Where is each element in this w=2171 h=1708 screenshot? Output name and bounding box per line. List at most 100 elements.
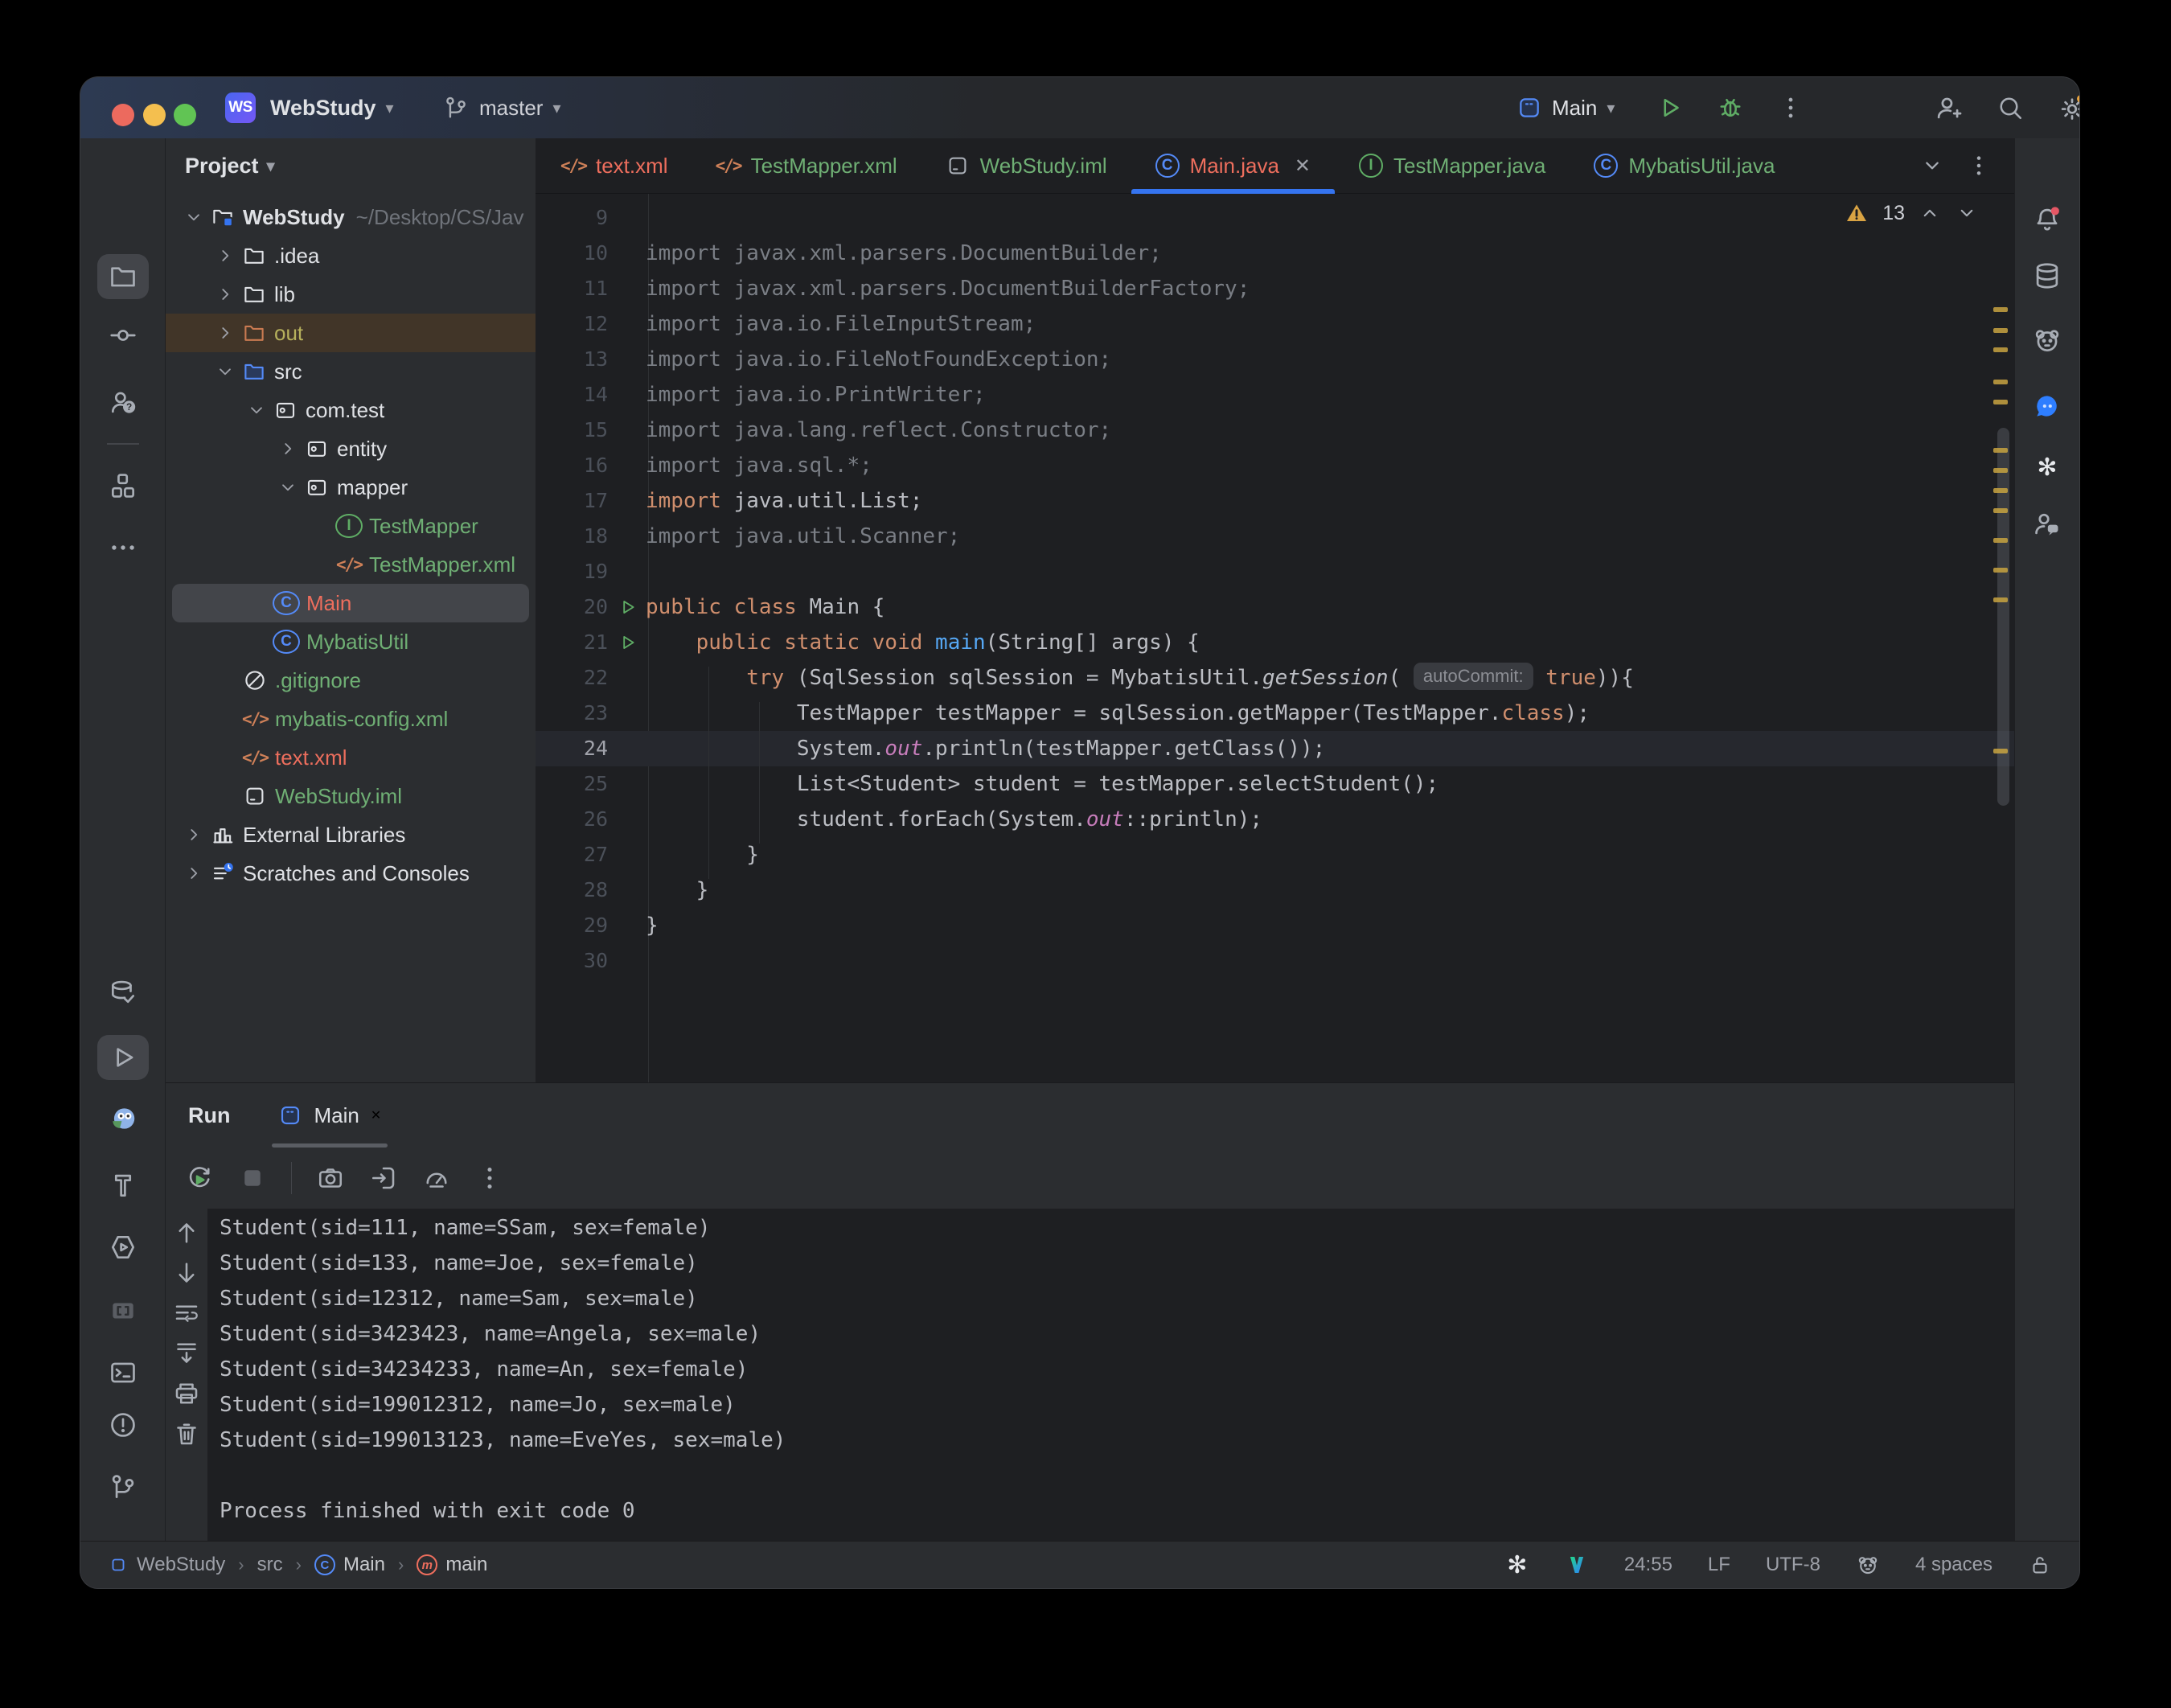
editor-tab-MybatisUtil.java[interactable]: C MybatisUtil.java bbox=[1570, 138, 1799, 193]
editor-tab-TestMapper.java[interactable]: I TestMapper.java bbox=[1335, 138, 1570, 193]
tool-stripe-branch-button[interactable] bbox=[97, 1464, 149, 1509]
tool-stripe-warn-circle-button[interactable] bbox=[97, 1402, 149, 1447]
tree-item-entity[interactable]: entity bbox=[166, 429, 536, 468]
status-widget[interactable]: 4 spaces bbox=[1915, 1554, 1992, 1576]
console-arrow-down-button[interactable] bbox=[172, 1258, 201, 1287]
breadcrumb-item-src[interactable]: src bbox=[257, 1554, 283, 1576]
chevron-down-icon[interactable] bbox=[241, 398, 272, 422]
warning-stripe-mark[interactable] bbox=[1993, 400, 2008, 404]
status-openai-widget[interactable]: ✻ bbox=[1505, 1551, 1529, 1579]
play-green-icon[interactable] bbox=[1655, 93, 1684, 122]
chevron-down-icon[interactable] bbox=[210, 359, 240, 384]
tool-stripe-db-check-button[interactable] bbox=[97, 971, 149, 1016]
chevron-right-icon[interactable] bbox=[179, 823, 209, 847]
warning-stripe-mark[interactable] bbox=[1993, 328, 2008, 333]
inspections-widget[interactable]: 13 bbox=[1844, 200, 1979, 226]
run-tab-main[interactable]: Main ✕ bbox=[272, 1083, 388, 1148]
run-kebab-button[interactable] bbox=[475, 1164, 504, 1193]
tool-stripe-more-h-button[interactable] bbox=[97, 525, 149, 570]
warning-stripe-mark[interactable] bbox=[1993, 468, 2008, 473]
chev-down-sm-icon[interactable] bbox=[1955, 201, 1979, 225]
tool-stripe-bear-button[interactable] bbox=[2023, 318, 2071, 363]
warning-stripe-mark[interactable] bbox=[1993, 380, 2008, 384]
run-import-button[interactable] bbox=[369, 1164, 398, 1193]
run-configuration-selector[interactable]: Main ▾ bbox=[1516, 95, 1615, 121]
tree-item-mybatis-config.xml[interactable]: </> mybatis-config.xml bbox=[166, 700, 536, 738]
gear-dot-icon[interactable] bbox=[2057, 92, 2079, 123]
tool-stripe-owl-button[interactable] bbox=[97, 1096, 149, 1141]
console-printer-button[interactable] bbox=[172, 1379, 201, 1408]
chev-up-sm-icon[interactable] bbox=[1918, 201, 1942, 225]
warning-stripe-mark[interactable] bbox=[1993, 749, 2008, 753]
tool-stripe-openai-button[interactable]: ✻ bbox=[2023, 445, 2071, 490]
tree-item-com.test[interactable]: com.test bbox=[166, 391, 536, 429]
chevron-right-icon[interactable] bbox=[179, 861, 209, 885]
chevron-right-icon[interactable] bbox=[210, 282, 240, 306]
maximize-window-button[interactable] bbox=[174, 104, 196, 126]
tool-stripe-terminal-button[interactable] bbox=[97, 1350, 149, 1395]
tree-item-TestMapper[interactable]: I TestMapper bbox=[166, 507, 536, 545]
tree-item-mapper[interactable]: mapper bbox=[166, 468, 536, 507]
warning-stripe-mark[interactable] bbox=[1993, 307, 2008, 312]
close-window-button[interactable] bbox=[112, 104, 134, 126]
branch-selector[interactable]: master ▾ bbox=[442, 94, 561, 121]
run-line-icon[interactable] bbox=[617, 632, 638, 653]
run-gauge-button[interactable] bbox=[422, 1164, 451, 1193]
console-soft-wrap-button[interactable] bbox=[172, 1299, 201, 1328]
editor-tab-TestMapper.xml[interactable]: </> TestMapper.xml bbox=[692, 138, 921, 193]
tool-stripe-commit-button[interactable] bbox=[97, 313, 149, 358]
search-icon[interactable] bbox=[1996, 93, 2025, 122]
tool-stripe-database-button[interactable] bbox=[2023, 253, 2071, 298]
chev-down-sm-icon[interactable] bbox=[1919, 153, 1945, 179]
breadcrumb-item-Main[interactable]: C Main bbox=[314, 1554, 385, 1576]
tree-item-Scratches and Consoles[interactable]: Scratches and Consoles bbox=[166, 854, 536, 893]
warning-stripe-mark[interactable] bbox=[1993, 538, 2008, 543]
kebab-icon[interactable] bbox=[1777, 94, 1804, 121]
tool-stripe-boxes-button[interactable] bbox=[97, 463, 149, 508]
run-stop-button[interactable] bbox=[238, 1164, 267, 1193]
run-line-icon[interactable] bbox=[617, 597, 638, 618]
tool-stripe-hammer-button[interactable] bbox=[97, 1163, 149, 1208]
console-scroll-end-button[interactable] bbox=[172, 1339, 201, 1368]
kebab-icon[interactable] bbox=[1966, 153, 1992, 179]
console-output[interactable]: Student(sid=111, name=SSam, sex=female) S… bbox=[208, 1209, 2014, 1541]
tree-item-External Libraries[interactable]: External Libraries bbox=[166, 815, 536, 854]
chevron-down-icon[interactable]: ▾ bbox=[267, 156, 275, 176]
warning-stripe-mark[interactable] bbox=[1993, 508, 2008, 513]
status-vlogo-widget[interactable] bbox=[1565, 1553, 1589, 1577]
tree-item-out[interactable]: out bbox=[166, 314, 536, 352]
run-rerun-button[interactable] bbox=[185, 1164, 214, 1193]
tool-stripe-folder-button[interactable] bbox=[96, 254, 149, 299]
user-plus-icon[interactable] bbox=[1933, 92, 1964, 123]
minimize-window-button[interactable] bbox=[143, 104, 166, 126]
status-lock-open-widget[interactable] bbox=[2028, 1553, 2052, 1577]
run-camera-button[interactable] bbox=[316, 1164, 345, 1193]
console-trash-button[interactable] bbox=[172, 1419, 201, 1448]
project-selector[interactable]: WebStudy ▾ bbox=[270, 96, 394, 121]
warning-stripe-mark[interactable] bbox=[1993, 488, 2008, 493]
tool-stripe-play-button[interactable] bbox=[96, 1035, 149, 1080]
warning-stripe-mark[interactable] bbox=[1993, 448, 2008, 453]
status-bear-widget[interactable] bbox=[1856, 1553, 1880, 1577]
status-widget[interactable]: LF bbox=[1708, 1554, 1730, 1576]
tree-item-TestMapper.xml[interactable]: </> TestMapper.xml bbox=[166, 545, 536, 584]
editor-tab-Main.java[interactable]: C Main.java ✕ bbox=[1131, 138, 1336, 194]
warning-stripe-mark[interactable] bbox=[1993, 597, 2008, 602]
tree-item-.gitignore[interactable]: .gitignore bbox=[166, 661, 536, 700]
close-icon[interactable]: ✕ bbox=[1295, 154, 1311, 178]
chevron-right-icon[interactable] bbox=[210, 321, 240, 345]
chevron-down-icon[interactable] bbox=[179, 205, 209, 229]
tool-stripe-hex-play-button[interactable] bbox=[97, 1225, 149, 1270]
console-arrow-up-button[interactable] bbox=[172, 1218, 201, 1247]
status-widget[interactable]: UTF-8 bbox=[1766, 1554, 1820, 1576]
chevron-down-icon[interactable] bbox=[273, 475, 303, 499]
tool-stripe-user-chat-button[interactable] bbox=[2023, 501, 2071, 546]
chevron-right-icon[interactable] bbox=[210, 244, 240, 268]
tree-item-.idea[interactable]: .idea bbox=[166, 236, 536, 275]
chevron-right-icon[interactable] bbox=[273, 437, 303, 461]
tree-item-WebStudy.iml[interactable]: WebStudy.iml bbox=[166, 777, 536, 815]
tool-stripe-chat-button[interactable] bbox=[2023, 384, 2071, 429]
tree-item-MybatisUtil[interactable]: C MybatisUtil bbox=[166, 622, 536, 661]
tree-item-src[interactable]: src bbox=[166, 352, 536, 391]
editor-tab-text.xml[interactable]: </> text.xml bbox=[537, 138, 692, 193]
